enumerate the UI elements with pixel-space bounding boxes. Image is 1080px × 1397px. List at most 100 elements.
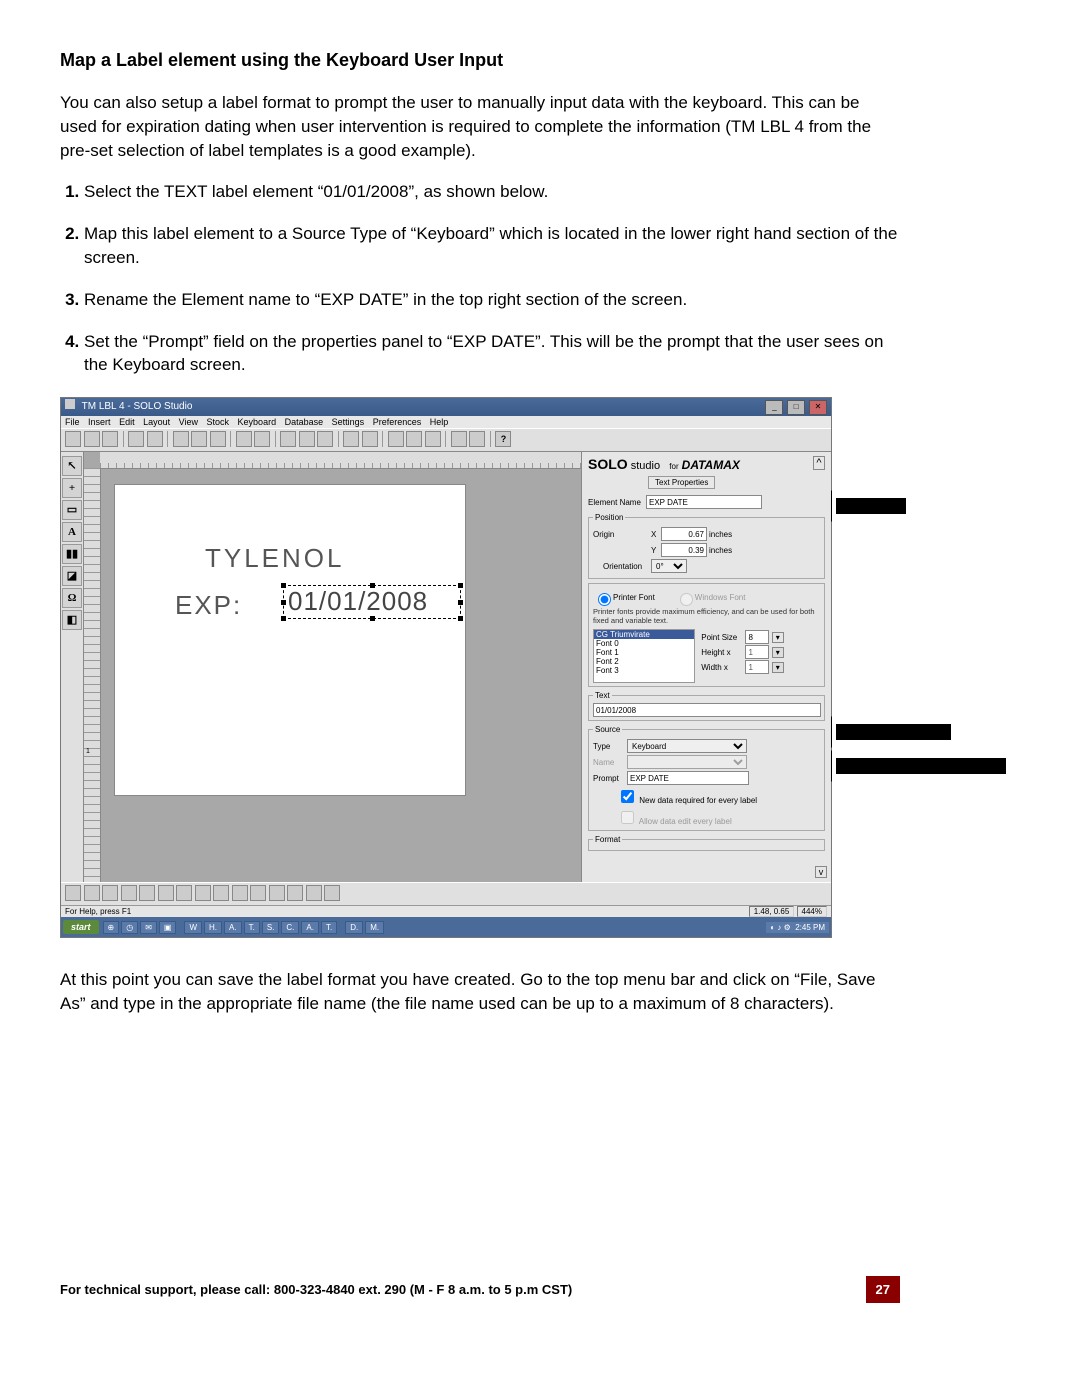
- width-mul-input[interactable]: [745, 660, 769, 674]
- menu-edit[interactable]: Edit: [119, 417, 135, 427]
- menu-database[interactable]: Database: [285, 417, 324, 427]
- design-canvas-area[interactable]: 1 TYLENOL EXP: 01/01/2008: [84, 452, 581, 882]
- task-button[interactable]: T.: [321, 921, 337, 934]
- dropdown-icon[interactable]: ▾: [772, 632, 784, 643]
- tool-icon[interactable]: [213, 885, 229, 901]
- text-tool-icon[interactable]: A: [62, 522, 82, 542]
- prompt-input[interactable]: [627, 771, 749, 785]
- new-data-checkbox[interactable]: [621, 790, 634, 803]
- new-icon[interactable]: [65, 431, 81, 447]
- clock-icon[interactable]: [406, 431, 422, 447]
- line-tool-icon[interactable]: +: [62, 478, 82, 498]
- window-buttons[interactable]: _ □ ✕: [764, 398, 827, 416]
- menu-help[interactable]: Help: [430, 417, 449, 427]
- task-button[interactable]: D.: [345, 921, 363, 934]
- shape-tool-icon[interactable]: ◧: [62, 610, 82, 630]
- label-text-tylenol[interactable]: TYLENOL: [205, 543, 345, 574]
- tray-icon[interactable]: ⚙: [784, 923, 791, 932]
- symbol-tool-icon[interactable]: Ω: [62, 588, 82, 608]
- help-icon[interactable]: ?: [495, 431, 511, 447]
- origin-y-input[interactable]: [661, 543, 707, 557]
- text-value-input[interactable]: [593, 703, 821, 717]
- system-tray[interactable]: ◐ ♪ ⚙ 2:45 PM: [766, 922, 829, 933]
- undo-icon[interactable]: [236, 431, 252, 447]
- task-button[interactable]: M.: [365, 921, 384, 934]
- tool-icon[interactable]: [287, 885, 303, 901]
- task-button[interactable]: A.: [301, 921, 319, 934]
- tool-icon[interactable]: [425, 431, 441, 447]
- barcode-tool-icon[interactable]: ▮▮: [62, 544, 82, 564]
- tool-icon[interactable]: [299, 431, 315, 447]
- menu-settings[interactable]: Settings: [332, 417, 365, 427]
- menu-layout[interactable]: Layout: [143, 417, 170, 427]
- tool-icon[interactable]: [269, 885, 285, 901]
- tool-icon[interactable]: [250, 885, 266, 901]
- align-icon[interactable]: [102, 885, 118, 901]
- rect-tool-icon[interactable]: ▭: [62, 500, 82, 520]
- task-button[interactable]: A.: [224, 921, 242, 934]
- tray-icon[interactable]: ◐: [770, 923, 775, 932]
- tray-icon[interactable]: ♪: [777, 923, 781, 932]
- close-icon[interactable]: ✕: [809, 400, 827, 415]
- task-button[interactable]: S.: [262, 921, 280, 934]
- tool-icon[interactable]: [469, 431, 485, 447]
- tool-icon[interactable]: [362, 431, 378, 447]
- menu-bar[interactable]: File Insert Edit Layout View Stock Keybo…: [61, 416, 831, 428]
- align-icon[interactable]: [65, 885, 81, 901]
- menu-keyboard[interactable]: Keyboard: [238, 417, 277, 427]
- tool-icon[interactable]: [139, 885, 155, 901]
- align-icon[interactable]: [84, 885, 100, 901]
- task-button[interactable]: T.: [244, 921, 260, 934]
- open-icon[interactable]: [84, 431, 100, 447]
- pointer-tool-icon[interactable]: ↖: [62, 456, 82, 476]
- tool-icon[interactable]: [451, 431, 467, 447]
- tool-icon[interactable]: [232, 885, 248, 901]
- label-canvas[interactable]: TYLENOL EXP: 01/01/2008: [114, 484, 466, 796]
- origin-x-input[interactable]: [661, 527, 707, 541]
- redo-icon[interactable]: [254, 431, 270, 447]
- menu-stock[interactable]: Stock: [207, 417, 230, 427]
- tool-icon[interactable]: [306, 885, 322, 901]
- scroll-down-icon[interactable]: v: [815, 866, 827, 878]
- tool-icon[interactable]: [158, 885, 174, 901]
- preview-icon[interactable]: [147, 431, 163, 447]
- tool-icon[interactable]: [195, 885, 211, 901]
- quicklaunch-icon[interactable]: ⊕: [103, 921, 120, 934]
- start-button[interactable]: start: [63, 920, 99, 934]
- maximize-icon[interactable]: □: [787, 400, 805, 415]
- tool-icon[interactable]: [388, 431, 404, 447]
- scroll-up-icon[interactable]: ^: [813, 456, 825, 470]
- font-list[interactable]: CG Triumvirate Font 0 Font 1 Font 2 Font…: [593, 629, 695, 683]
- windows-taskbar[interactable]: start ⊕ ◷ ✉ ▣ W H. A. T. S. C. A. T. D. …: [61, 917, 831, 937]
- side-tool-palette[interactable]: ↖ + ▭ A ▮▮ ◪ Ω ◧: [61, 452, 84, 882]
- point-size-input[interactable]: [745, 630, 769, 644]
- paste-icon[interactable]: [210, 431, 226, 447]
- task-button[interactable]: C.: [281, 921, 299, 934]
- menu-file[interactable]: File: [65, 417, 80, 427]
- menu-insert[interactable]: Insert: [88, 417, 111, 427]
- dropdown-icon[interactable]: ▾: [772, 647, 784, 658]
- menu-preferences[interactable]: Preferences: [373, 417, 422, 427]
- save-icon[interactable]: [102, 431, 118, 447]
- dropdown-icon[interactable]: ▾: [772, 662, 784, 673]
- print-icon[interactable]: [128, 431, 144, 447]
- cut-icon[interactable]: [173, 431, 189, 447]
- tool-icon[interactable]: [324, 885, 340, 901]
- zoom-icon[interactable]: [317, 431, 333, 447]
- height-mul-input[interactable]: [745, 645, 769, 659]
- tool-icon[interactable]: [176, 885, 192, 901]
- bottom-toolbar[interactable]: [61, 882, 831, 905]
- copy-icon[interactable]: [191, 431, 207, 447]
- minimize-icon[interactable]: _: [765, 400, 783, 415]
- image-tool-icon[interactable]: ◪: [62, 566, 82, 586]
- element-name-input[interactable]: [646, 495, 762, 509]
- quicklaunch-icon[interactable]: ✉: [140, 921, 157, 934]
- quicklaunch-icon[interactable]: ▣: [159, 921, 177, 934]
- source-type-select[interactable]: Keyboard: [627, 739, 747, 753]
- orientation-select[interactable]: 0°: [651, 559, 687, 573]
- main-toolbar[interactable]: ?: [61, 428, 831, 452]
- selected-text-element[interactable]: 01/01/2008: [283, 585, 461, 619]
- tool-icon[interactable]: [280, 431, 296, 447]
- text-properties-tab[interactable]: Text Properties: [648, 476, 715, 489]
- align-icon[interactable]: [121, 885, 137, 901]
